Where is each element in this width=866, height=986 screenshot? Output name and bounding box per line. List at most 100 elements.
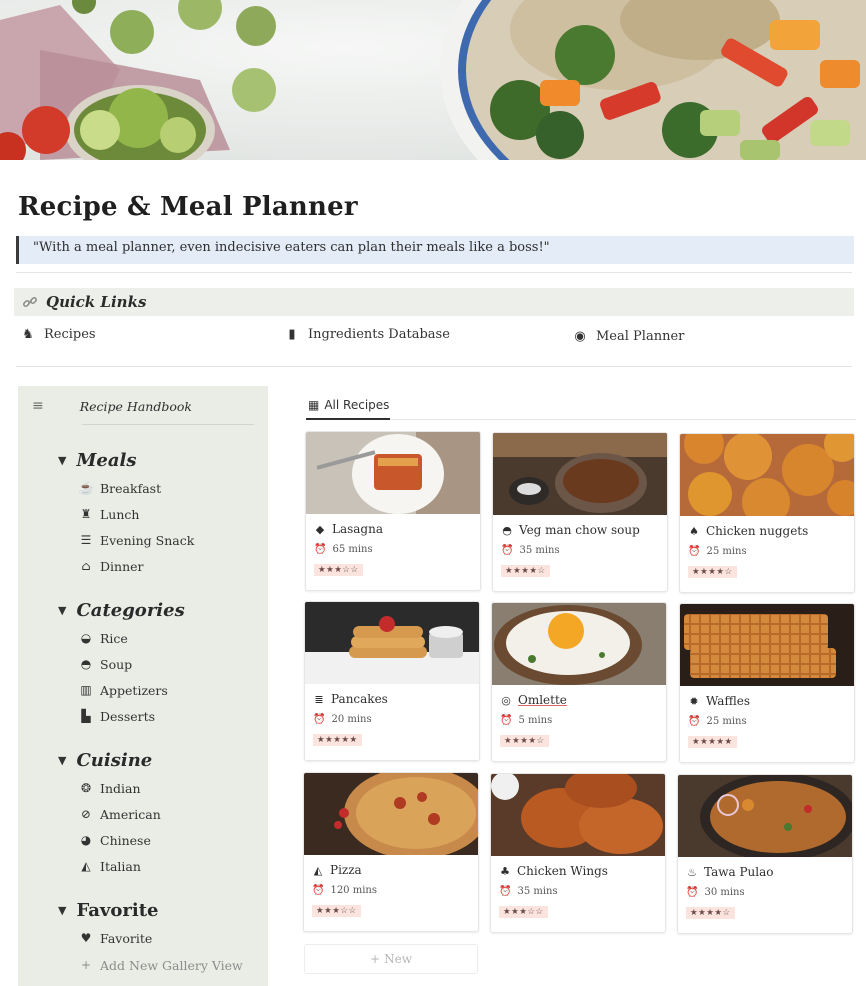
sidebar-item-chinese[interactable]: ◕ Chinese <box>78 832 151 848</box>
sidebar-item-label: Dinner <box>100 558 144 574</box>
recipe-name: Omlette <box>518 693 567 707</box>
sidebar-item-soup[interactable]: ◓ Soup <box>78 656 132 672</box>
sidebar-item-label: Desserts <box>100 708 156 724</box>
lasagna-icon: ◆ <box>315 522 325 536</box>
recipe-card-pancakes[interactable]: ≣ Pancakes ⏰ 20 mins ★★★★★ <box>304 601 480 761</box>
rating-badge: ★★★☆☆ <box>314 564 363 576</box>
sidebar-item-desserts[interactable]: ▙ Desserts <box>78 708 155 724</box>
sidebar-item-appetizers[interactable]: ▥ Appetizers <box>78 682 168 698</box>
sidebar-item-indian[interactable]: ❂ Indian <box>78 780 141 796</box>
recipe-card-veg-man-chow-soup[interactable]: ◓ Veg man chow soup ⏰ 35 mins ★★★★☆ <box>492 432 668 592</box>
rating-badge: ★★★★★ <box>313 734 362 746</box>
alarm-clock-icon: ⏰ <box>688 546 701 557</box>
page-title: Recipe & Meal Planner <box>18 192 358 222</box>
rating-badge: ★★★★☆ <box>686 907 735 919</box>
section-label: Categories <box>76 600 185 621</box>
recipe-card-waffles[interactable]: ✹ Waffles ⏰ 25 mins ★★★★★ <box>679 603 855 763</box>
recipe-name: Waffles <box>706 694 751 708</box>
recipe-time: 25 mins <box>706 546 747 557</box>
sidebar-item-lunch[interactable]: ♜ Lunch <box>78 506 140 522</box>
soup-icon: ◓ <box>502 523 512 537</box>
recipe-image <box>305 602 479 684</box>
section-meals[interactable]: ▼ Meals <box>58 450 136 471</box>
section-favorite[interactable]: ▼ Favorite <box>58 900 158 921</box>
recipe-name: Lasagna <box>332 522 383 536</box>
cover-image <box>0 0 866 160</box>
add-new-gallery-view-button[interactable]: + Add New Gallery View <box>78 957 243 973</box>
triangle-down-icon[interactable]: ▼ <box>58 754 66 767</box>
tab-all-recipes[interactable]: ▦ All Recipes <box>306 392 391 418</box>
recipe-card-chicken-wings[interactable]: ♣ Chicken Wings ⏰ 35 mins ★★★☆☆ <box>490 773 666 933</box>
recipe-time: 35 mins <box>519 545 560 556</box>
heart-icon: ♥ <box>80 931 92 945</box>
sidebar-item-dinner[interactable]: ⌂ Dinner <box>78 558 144 574</box>
new-button-label: New <box>384 952 412 966</box>
sidebar-item-favorite[interactable]: ♥ Favorite <box>78 930 153 946</box>
recipe-card-tawa-pulao[interactable]: ♨ Tawa Pulao ⏰ 30 mins ★★★★☆ <box>677 774 853 934</box>
quote-callout: "With a meal planner, even indecisive ea… <box>16 236 854 264</box>
quick-link-label: Ingredients Database <box>308 326 450 342</box>
chef-icon: ♞ <box>22 326 34 342</box>
coffee-icon: ☕ <box>78 481 94 495</box>
sidebar-item-rice[interactable]: ◒ Rice <box>78 630 128 646</box>
recipe-name: Pizza <box>330 863 362 877</box>
quick-link-ingredients-database[interactable]: ▮ Ingredients Database <box>284 326 450 342</box>
chef-icon: ♜ <box>80 507 92 521</box>
triangle-down-icon[interactable]: ▼ <box>58 904 66 917</box>
sidebar-item-label: Soup <box>100 656 133 672</box>
alarm-clock-icon: ⏰ <box>499 886 512 897</box>
recipe-image <box>678 775 852 857</box>
new-recipe-button[interactable]: + New <box>304 944 478 974</box>
menu-icon[interactable]: ≡ <box>32 398 44 414</box>
quick-links-title: Quick Links <box>46 293 147 311</box>
sidebar-item-label: American <box>100 806 161 822</box>
recipe-card-omlette[interactable]: ◎ Omlette ⏰ 5 mins ★★★★☆ <box>491 602 667 762</box>
rating-badge: ★★★★☆ <box>500 735 549 747</box>
quick-link-meal-planner[interactable]: ◉ Meal Planner <box>572 328 684 344</box>
sidebar-item-label: Favorite <box>100 930 153 946</box>
sidebar-item-label: Lunch <box>100 506 140 522</box>
alarm-clock-icon: ⏰ <box>314 544 327 555</box>
triangle-down-icon[interactable]: ▼ <box>58 604 66 617</box>
sidebar-item-evening-snack[interactable]: ☰ Evening Snack <box>78 532 195 548</box>
sandwich-icon: ☰ <box>80 533 92 547</box>
triangle-down-icon[interactable]: ▼ <box>58 454 66 467</box>
recipe-time: 65 mins <box>332 544 373 555</box>
indian-icon: ❂ <box>80 781 92 795</box>
sidebar-title: Recipe Handbook <box>79 398 192 414</box>
egg-icon: ◎ <box>501 693 511 707</box>
section-cuisine[interactable]: ▼ Cuisine <box>58 750 152 771</box>
quick-link-label: Meal Planner <box>596 328 685 344</box>
alarm-clock-icon: ⏰ <box>501 545 514 556</box>
sidebar-item-label: Evening Snack <box>100 532 195 548</box>
recipe-time: 5 mins <box>518 715 553 726</box>
recipe-name: Veg man chow soup <box>519 523 640 537</box>
add-view-label: Add New Gallery View <box>100 957 243 973</box>
section-categories[interactable]: ▼ Categories <box>58 600 185 621</box>
sidebar-item-american[interactable]: ⊘ American <box>78 806 161 822</box>
sidebar-header: ≡ Recipe Handbook <box>18 386 268 426</box>
rating-badge: ★★★★☆ <box>501 565 550 577</box>
drumstick-icon: ♠ <box>689 524 699 538</box>
recipe-time: 20 mins <box>331 714 372 725</box>
sidebar-item-label: Italian <box>100 858 141 874</box>
recipe-name: Chicken nuggets <box>706 524 809 538</box>
alarm-clock-icon: ⏰ <box>688 716 701 727</box>
hotdog-icon: ⊘ <box>80 807 92 821</box>
sidebar-item-label: Breakfast <box>100 480 162 496</box>
alarm-clock-icon: ⏰ <box>686 887 699 898</box>
plus-icon: + <box>80 958 92 972</box>
recipe-card-pizza[interactable]: ◭ Pizza ⏰ 120 mins ★★★☆☆ <box>303 772 479 932</box>
quick-link-recipes[interactable]: ♞ Recipes <box>20 326 95 342</box>
rating-badge: ★★★★★ <box>688 736 737 748</box>
recipe-image <box>304 773 478 855</box>
recipe-image <box>680 434 854 516</box>
sidebar-item-label: Chinese <box>100 832 151 848</box>
recipe-name: Tawa Pulao <box>704 865 774 879</box>
sidebar-item-italian[interactable]: ◭ Italian <box>78 858 141 874</box>
recipe-card-chicken-nuggets[interactable]: ♠ Chicken nuggets ⏰ 25 mins ★★★★☆ <box>679 433 855 593</box>
pan-icon: ♨ <box>687 865 697 879</box>
recipe-card-lasagna[interactable]: ◆ Lasagna ⏰ 65 mins ★★★☆☆ <box>305 431 481 591</box>
sidebar-item-breakfast[interactable]: ☕ Breakfast <box>78 480 162 496</box>
section-label: Cuisine <box>76 750 153 771</box>
